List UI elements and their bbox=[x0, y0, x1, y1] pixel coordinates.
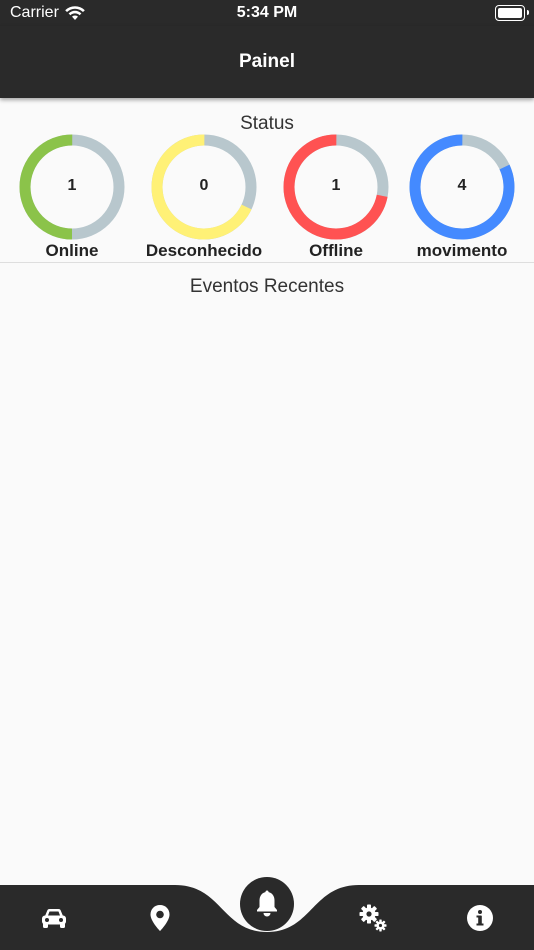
nav-notifications[interactable] bbox=[240, 877, 294, 931]
gauge-value: 4 bbox=[457, 177, 467, 194]
status-section-title: Status bbox=[240, 113, 294, 134]
nav-vehicles[interactable] bbox=[32, 896, 76, 940]
gauge-value: 1 bbox=[331, 177, 341, 194]
gauge-offline[interactable]: 1 bbox=[282, 133, 390, 241]
battery-icon bbox=[495, 5, 529, 21]
bell-icon bbox=[257, 890, 277, 917]
events-section-title: Eventos Recentes bbox=[189, 276, 345, 297]
clock: 5:34 PM bbox=[236, 4, 298, 21]
nav-map[interactable] bbox=[138, 896, 182, 940]
page-title: Painel bbox=[239, 51, 295, 72]
nav-info[interactable] bbox=[458, 896, 502, 940]
nav-settings[interactable] bbox=[351, 896, 395, 940]
gauge-value: 0 bbox=[199, 177, 209, 194]
gauge-label-movimento: movimento bbox=[416, 241, 508, 260]
gauge-value: 1 bbox=[67, 177, 77, 194]
gauge-desconhecido[interactable]: 0 bbox=[150, 133, 258, 241]
gauge-movimento[interactable]: 4 bbox=[408, 133, 516, 241]
car-icon bbox=[42, 909, 66, 928]
gauge-online[interactable]: 1 bbox=[18, 133, 126, 241]
app-bar: Painel bbox=[0, 26, 534, 98]
section-divider bbox=[0, 262, 534, 263]
info-icon bbox=[467, 905, 493, 931]
gears-icon bbox=[359, 904, 387, 932]
map-pin-icon bbox=[150, 905, 170, 931]
bottom-nav bbox=[0, 870, 534, 950]
status-bar: Carrier 5:34 PM bbox=[0, 0, 534, 26]
